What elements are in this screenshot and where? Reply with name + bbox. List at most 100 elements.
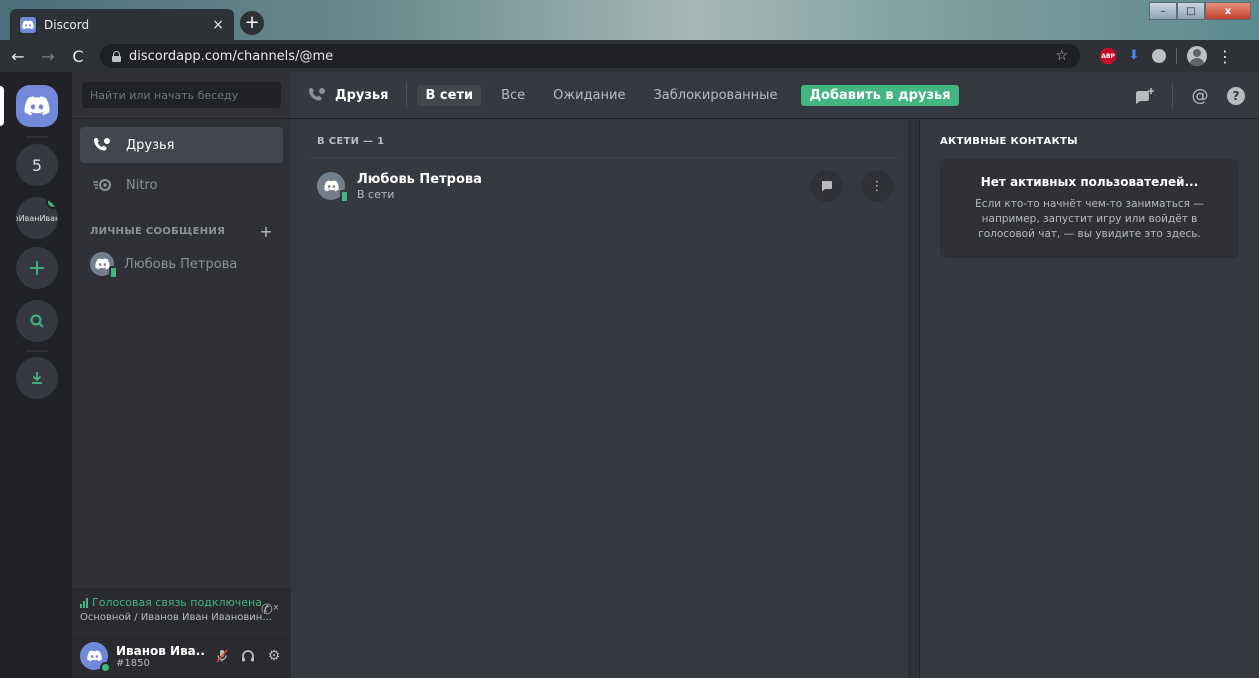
friend-info: Любовь Петрова В сети [357, 172, 793, 201]
message-icon[interactable] [811, 170, 843, 202]
avatar [317, 172, 349, 203]
add-friend-button[interactable]: Добавить в друзья [801, 84, 959, 106]
topbar-separator [1172, 84, 1173, 108]
add-server-button[interactable]: + [16, 247, 58, 289]
dm-section-title: ЛИЧНЫЕ СООБЩЕНИЯ [90, 226, 226, 237]
notification-count-guild[interactable]: 5 [16, 144, 58, 186]
profile-icon[interactable] [1187, 46, 1207, 66]
tab-pending[interactable]: Ожидание [545, 85, 633, 106]
voice-connection-panel: Голосовая связь подключена Основной / Ив… [72, 588, 291, 634]
main-content: Друзья В сети Все Ожидание Заблокированн… [291, 72, 1259, 678]
user-info: Иванов Ива... #1850 [116, 644, 205, 669]
voice-channel-name[interactable]: Основной / Иванов Иван Ивановин... [80, 612, 283, 623]
explore-servers-button[interactable] [16, 300, 58, 342]
browser-menu-icon[interactable]: ⋮ [1217, 47, 1233, 66]
dm-name: Любовь Петрова [124, 256, 238, 272]
sidebar-item-nitro[interactable]: Nitro [80, 167, 283, 203]
tab-blocked[interactable]: Заблокированные [645, 85, 785, 106]
active-now-panel: АКТИВНЫЕ КОНТАКТЫ Нет активных пользоват… [919, 120, 1259, 678]
download-icon [32, 372, 42, 384]
active-now-empty-card: Нет активных пользователей... Если кто-т… [940, 159, 1239, 258]
home-selected-pill [0, 86, 4, 126]
toolbar-separator [1176, 48, 1177, 64]
settings-gear-icon[interactable]: ⚙ [265, 647, 283, 665]
browser-tab[interactable]: Discord × [10, 9, 234, 40]
dm-sidebar: Найти или начать беседу Друзья Nitro ЛИЧ… [72, 72, 291, 678]
friends-topbar: Друзья В сети Все Ожидание Заблокированн… [291, 72, 1259, 119]
friend-row[interactable]: Любовь Петрова В сети ⋮ [311, 158, 899, 214]
dm-section-header: ЛИЧНЫЕ СООБЩЕНИЯ + [90, 222, 273, 241]
reload-icon[interactable]: C [70, 47, 86, 66]
tab-online[interactable]: В сети [417, 84, 482, 106]
user-name: Иванов Ива... [116, 643, 205, 658]
star-icon[interactable]: ☆ [1055, 48, 1068, 64]
sidebar-item-label: Nitro [126, 177, 158, 193]
user-tag: #1850 [116, 657, 150, 669]
download-apps-button[interactable] [16, 357, 58, 399]
help-icon[interactable]: ? [1227, 87, 1245, 105]
sidebar-item-label: Друзья [126, 137, 175, 153]
forward-arrow-icon[interactable]: → [40, 47, 56, 66]
voice-status[interactable]: Голосовая связь подключена [80, 596, 283, 609]
disconnect-call-icon[interactable]: ✆ˣ [261, 602, 279, 618]
sidebar-item-friends[interactable]: Друзья [80, 127, 283, 163]
create-dm-icon[interactable]: + [259, 222, 273, 241]
online-status-icon [100, 662, 111, 673]
avatar [90, 252, 118, 279]
browser-tab-title: Discord [44, 17, 90, 32]
default-avatar-icon [323, 180, 339, 192]
mute-microphone-icon[interactable] [213, 647, 231, 665]
new-tab-button[interactable]: + [240, 11, 264, 35]
empty-state-text: Если кто-то начнёт чем-то заниматься — н… [975, 198, 1204, 240]
headphones-icon[interactable] [239, 647, 257, 665]
voice-active-icon [46, 197, 58, 209]
back-arrow-icon[interactable]: ← [10, 47, 26, 66]
search-input[interactable]: Найти или начать беседу [82, 82, 281, 108]
discord-favicon-icon [20, 16, 36, 33]
server-list: 5 оИванИван + [0, 72, 72, 678]
default-avatar-icon [86, 650, 102, 662]
new-group-dm-icon[interactable] [1134, 85, 1156, 107]
tab-all[interactable]: Все [493, 85, 533, 106]
active-now-title: АКТИВНЫЕ КОНТАКТЫ [940, 136, 1078, 147]
empty-state-title: Нет активных пользователей... [980, 175, 1199, 189]
adblock-icon[interactable]: ABP [1100, 48, 1116, 64]
guild-separator [26, 136, 48, 138]
search-icon [30, 314, 44, 328]
minimize-button[interactable]: – [1149, 2, 1177, 20]
server-icon[interactable]: оИванИван [16, 197, 58, 239]
signal-strength-icon [80, 597, 88, 608]
friend-status: В сети [357, 187, 395, 201]
maximize-button[interactable]: □ [1177, 2, 1205, 20]
friends-icon [309, 88, 325, 101]
address-bar[interactable]: discordapp.com/channels/@me ☆ [100, 44, 1080, 68]
friends-icon [94, 138, 110, 151]
tab-close-icon[interactable]: × [212, 17, 224, 33]
panel-divider [908, 120, 919, 678]
browser-toolbar: ← → C discordapp.com/channels/@me ☆ ABP … [0, 40, 1259, 72]
guild-separator [26, 350, 48, 352]
topbar-separator [406, 83, 408, 107]
friend-name: Любовь Петрова [357, 171, 482, 187]
discord-logo-icon [24, 96, 50, 116]
dm-list-item[interactable]: Любовь Петрова [80, 246, 283, 282]
friends-list-header: В СЕТИ — 1 [311, 120, 899, 158]
user-panel: Иванов Ива... #1850 ⚙ [72, 634, 291, 678]
user-avatar[interactable] [80, 642, 111, 673]
topbar-actions: @ ? [1134, 84, 1245, 108]
default-avatar-icon [94, 258, 110, 270]
server-name: оИванИван [16, 213, 58, 223]
globe-extension-icon[interactable] [1152, 49, 1166, 63]
window-controls: – □ x [1149, 2, 1251, 20]
extensions: ABP ⬇ ⋮ [1100, 46, 1233, 66]
more-options-icon[interactable]: ⋮ [861, 170, 893, 202]
browser-tab-strip: Discord × + – □ x [0, 0, 1259, 40]
discord-app: 5 оИванИван + Найти или начать беседу Др… [0, 72, 1259, 678]
download-extension-icon[interactable]: ⬇ [1126, 48, 1142, 64]
mentions-icon[interactable]: @ [1189, 85, 1211, 107]
window-close-button[interactable]: x [1205, 2, 1251, 20]
home-button[interactable] [16, 85, 58, 127]
page-title: Друзья [307, 87, 388, 103]
sidebar-divider [72, 118, 291, 119]
mobile-status-icon [340, 190, 349, 203]
